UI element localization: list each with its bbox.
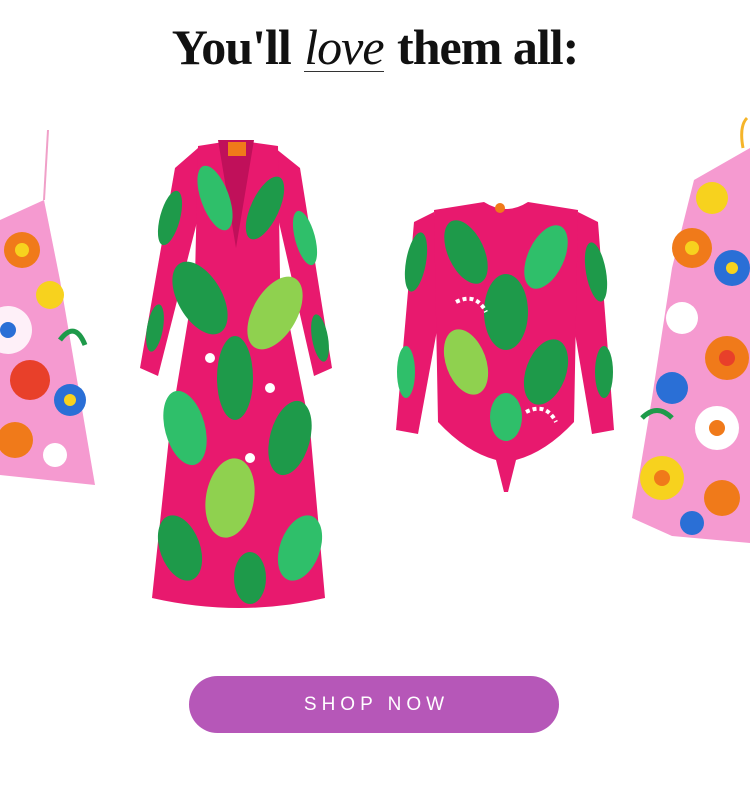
shop-now-button[interactable]: SHOP NOW bbox=[189, 676, 559, 733]
product-image-tropical-bodysuit[interactable] bbox=[396, 202, 616, 494]
headline-text-before: You'll bbox=[171, 19, 292, 75]
product-image-floral-one-shoulder-dress[interactable] bbox=[632, 116, 750, 548]
product-image-tropical-maxi-dress[interactable] bbox=[140, 128, 335, 628]
headline-text-after: them all: bbox=[397, 19, 579, 75]
product-image-floral-slip-dress[interactable] bbox=[0, 129, 95, 490]
product-row bbox=[0, 110, 750, 630]
headline: You'll love them all: bbox=[0, 18, 750, 76]
headline-emphasis: love bbox=[304, 19, 384, 75]
